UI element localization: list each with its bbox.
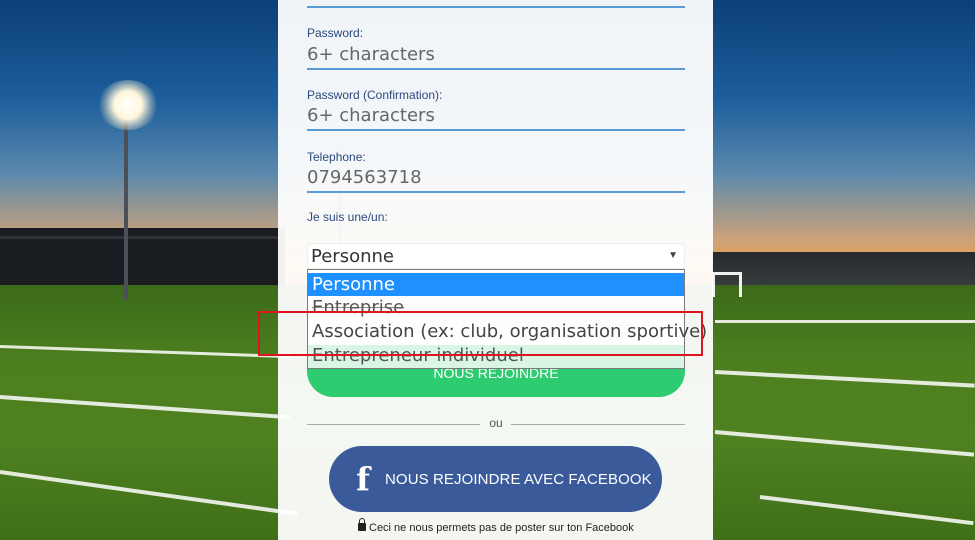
highlight-box	[258, 311, 703, 356]
light-pole	[124, 110, 128, 300]
facebook-icon: f	[356, 460, 370, 498]
password-input[interactable]: 6+ characters	[307, 44, 435, 65]
password-confirmation-label: Password (Confirmation):	[307, 88, 443, 102]
role-option-personne[interactable]: Personne	[308, 273, 684, 296]
email-field-underline	[307, 6, 685, 8]
lock-icon	[358, 518, 366, 531]
privacy-note: Ceci ne nous permets pas de poster sur t…	[358, 518, 634, 534]
password-label: Password:	[307, 26, 364, 40]
password-field-underline	[307, 68, 685, 70]
password-confirmation-input[interactable]: 6+ characters	[307, 105, 435, 126]
chevron-down-icon: ▼	[668, 250, 678, 261]
goalpost	[712, 272, 742, 297]
privacy-note-text: Ceci ne nous permets pas de poster sur t…	[369, 522, 634, 534]
role-select[interactable]: Personne ▼	[307, 243, 685, 269]
role-select-value: Personne	[311, 246, 394, 267]
separator-text: ou	[489, 416, 503, 430]
yard-line	[715, 320, 975, 323]
password-confirmation-underline	[307, 129, 685, 131]
separator-line-right	[511, 424, 685, 425]
facebook-button-label: NOUS REJOINDRE AVEC FACEBOOK	[385, 471, 652, 488]
telephone-input[interactable]: 0794563718	[307, 167, 422, 188]
role-label: Je suis une/un:	[307, 210, 388, 224]
telephone-label: Telephone:	[307, 150, 366, 164]
facebook-join-button[interactable]: f NOUS REJOINDRE AVEC FACEBOOK	[329, 446, 662, 512]
separator-line-left	[307, 424, 480, 425]
stadium-light	[98, 80, 158, 130]
telephone-field-underline	[307, 191, 685, 193]
